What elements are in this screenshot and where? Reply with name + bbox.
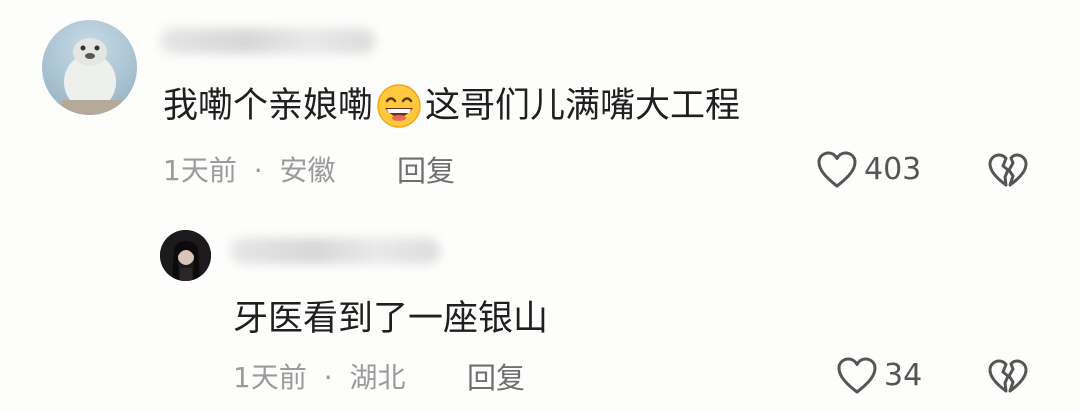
- grinning-face-emoji-icon: [373, 84, 425, 128]
- heart-outline-icon: [817, 151, 857, 188]
- username-blurred[interactable]: [230, 238, 440, 264]
- broken-heart-icon: [988, 359, 1028, 393]
- heart-outline-icon: [837, 357, 877, 394]
- comment-location: 湖北: [349, 361, 406, 394]
- username-blurred[interactable]: [160, 28, 375, 54]
- comment-time: 1天前: [163, 154, 237, 187]
- comment-thread: 我嘞个亲娘嘞 这哥们儿满嘴大工程 1天前 · 安徽 回复 403 牙医看到了一座…: [0, 0, 1079, 411]
- avatar[interactable]: [42, 20, 137, 115]
- like-count: 34: [884, 358, 923, 393]
- meta-separator: ·: [253, 154, 263, 187]
- avatar[interactable]: [160, 230, 211, 281]
- comment-text: 我嘞个亲娘嘞 这哥们儿满嘴大工程: [163, 84, 740, 128]
- reply-button[interactable]: 回复: [467, 360, 525, 396]
- broken-heart-icon: [988, 153, 1028, 187]
- dislike-button[interactable]: [987, 358, 1029, 400]
- meta-separator: ·: [323, 361, 333, 394]
- like-button[interactable]: 34: [836, 356, 922, 396]
- dislike-button[interactable]: [987, 152, 1029, 194]
- comment-text-part: 牙医看到了一座银山: [233, 299, 549, 339]
- like-button[interactable]: 403: [816, 150, 921, 190]
- comment-text-part: 我嘞个亲娘嘞: [163, 86, 374, 126]
- comment-meta: 1天前 · 湖北: [233, 360, 406, 396]
- comment-text: 牙医看到了一座银山: [233, 297, 548, 341]
- comment-meta: 1天前 · 安徽: [163, 153, 336, 189]
- comment-location: 安徽: [279, 154, 336, 187]
- comment-time: 1天前: [233, 361, 307, 394]
- reply-button[interactable]: 回复: [397, 153, 455, 189]
- comment-text-part: 这哥们儿满嘴大工程: [425, 86, 741, 126]
- like-count: 403: [864, 152, 922, 187]
